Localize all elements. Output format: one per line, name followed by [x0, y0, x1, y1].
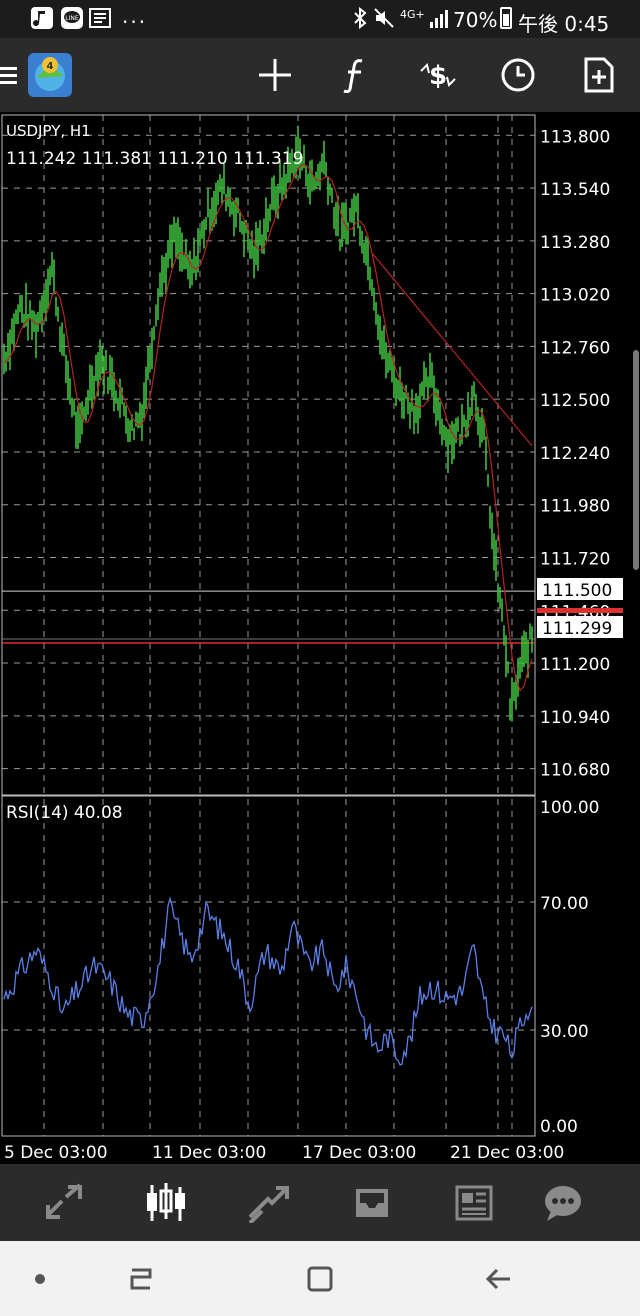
indicators-icon[interactable] [332, 51, 380, 99]
price-axis-label: 113.020 [540, 286, 610, 306]
history-tab-icon[interactable] [344, 1178, 400, 1228]
price-axis-label: 112.500 [540, 391, 610, 411]
svg-text:$: $ [429, 61, 447, 91]
toolbar: 4 $ [0, 38, 640, 112]
level-tag: 111.500 [542, 581, 612, 601]
battery-icon [494, 6, 518, 30]
chart-tab-icon[interactable] [138, 1178, 194, 1228]
new-order-icon[interactable] [575, 51, 623, 99]
axis-labels: 113.800 113.540 113.280 113.020 112.760 112.5… [4, 127, 610, 1163]
price-axis-label: 111.980 [540, 497, 610, 517]
price-axis-label: 113.800 [540, 127, 610, 147]
system-nav-bar [0, 1241, 640, 1316]
news-icon [88, 6, 112, 30]
line-icon: LINE [60, 6, 84, 30]
chat-tab-icon[interactable] [535, 1178, 591, 1228]
signal-icon [428, 6, 452, 30]
rsi-axis-label: 30.00 [540, 1022, 589, 1042]
rsi-line [3, 896, 533, 1066]
recent-apps-icon[interactable] [119, 1257, 163, 1301]
rsi-pane-frame [1, 795, 536, 1137]
trend-line [371, 252, 533, 447]
time-axis-label: 21 Dec 03:00 [450, 1143, 564, 1163]
price-axis-label: 111.200 [540, 655, 610, 675]
trade-tab-icon[interactable] [240, 1178, 296, 1228]
price-axis-label: 111.720 [540, 550, 610, 570]
price-axis-label: 110.680 [540, 761, 610, 781]
overflow-dots: ... [122, 4, 148, 28]
price-axis-label: 112.760 [540, 338, 610, 358]
svg-text:LINE: LINE [65, 15, 79, 22]
symbol-label: USDJPY, H1 [6, 122, 91, 140]
time-axis-label: 5 Dec 03:00 [4, 1143, 108, 1163]
network-type: 4G+ [400, 8, 425, 21]
series-layer [2, 125, 535, 1066]
rsi-axis-label: 0.00 [540, 1117, 578, 1137]
nav-dot-icon[interactable] [18, 1257, 62, 1301]
clock: 午後 0:45 [518, 12, 610, 36]
bottom-tab-bar [0, 1164, 640, 1241]
rsi-title: RSI(14) 40.08 [6, 803, 123, 823]
price-axis-label: 110.940 [540, 708, 610, 728]
time-axis-label: 17 Dec 03:00 [302, 1143, 416, 1163]
mute-icon [372, 6, 396, 30]
price-axis-label: 113.540 [540, 180, 610, 200]
status-bar: LINE ... 4G+ 70% 午後 0:45 [0, 0, 640, 38]
music-icon [30, 6, 54, 30]
news-tab-icon[interactable] [446, 1178, 502, 1228]
rsi-axis-label: 70.00 [540, 894, 589, 914]
bid-tag: 111.299 [542, 619, 612, 639]
bluetooth-icon [348, 6, 372, 30]
crosshair-icon[interactable] [251, 51, 299, 99]
home-icon[interactable] [298, 1257, 342, 1301]
chart-area[interactable]: 113.800 113.540 113.280 113.020 112.760 112.5… [0, 112, 640, 1164]
svg-text:4: 4 [47, 61, 54, 72]
back-icon[interactable] [476, 1257, 520, 1301]
bid-line-marker [537, 608, 623, 613]
ohlc-label: 111.242 111.381 111.210 111.319 [6, 149, 303, 169]
menu-icon[interactable] [0, 51, 24, 99]
scrollbar[interactable] [633, 350, 639, 570]
quotes-tab-icon[interactable] [36, 1178, 92, 1228]
trade-icon[interactable]: $ [414, 51, 462, 99]
rsi-axis-label: 100.00 [540, 798, 599, 818]
chart-svg[interactable]: 113.800 113.540 113.280 113.020 112.760 112.5… [0, 112, 640, 1164]
app-logo-icon[interactable]: 4 [26, 51, 74, 99]
battery-percent: 70% [453, 8, 498, 32]
price-axis-label: 113.280 [540, 233, 610, 253]
price-axis-label: 112.240 [540, 444, 610, 464]
time-axis-label: 11 Dec 03:00 [152, 1143, 266, 1163]
timeframe-clock-icon[interactable] [494, 51, 542, 99]
